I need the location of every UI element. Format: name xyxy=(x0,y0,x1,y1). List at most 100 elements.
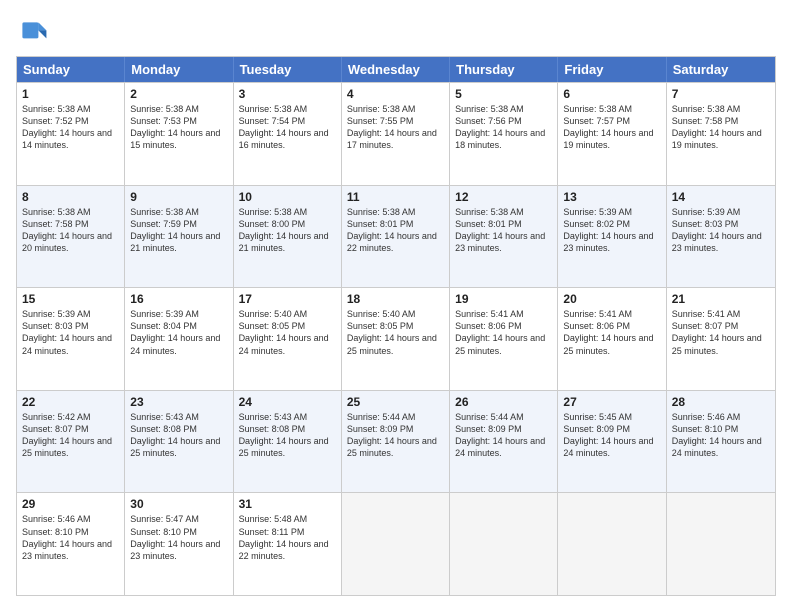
calendar-cell: 22 Sunrise: 5:42 AMSunset: 8:07 PMDaylig… xyxy=(17,391,125,493)
header-day: Monday xyxy=(125,57,233,82)
cell-info: Sunrise: 5:40 AMSunset: 8:05 PMDaylight:… xyxy=(347,309,437,355)
calendar-cell xyxy=(667,493,775,595)
day-number: 6 xyxy=(563,87,660,101)
cell-info: Sunrise: 5:38 AMSunset: 7:52 PMDaylight:… xyxy=(22,104,112,150)
cell-info: Sunrise: 5:38 AMSunset: 8:01 PMDaylight:… xyxy=(347,207,437,253)
day-number: 16 xyxy=(130,292,227,306)
day-number: 14 xyxy=(672,190,770,204)
day-number: 12 xyxy=(455,190,552,204)
cell-info: Sunrise: 5:40 AMSunset: 8:05 PMDaylight:… xyxy=(239,309,329,355)
calendar-row: 29 Sunrise: 5:46 AMSunset: 8:10 PMDaylig… xyxy=(17,492,775,595)
header-day: Saturday xyxy=(667,57,775,82)
day-number: 30 xyxy=(130,497,227,511)
cell-info: Sunrise: 5:42 AMSunset: 8:07 PMDaylight:… xyxy=(22,412,112,458)
day-number: 8 xyxy=(22,190,119,204)
calendar-cell: 6 Sunrise: 5:38 AMSunset: 7:57 PMDayligh… xyxy=(558,83,666,185)
day-number: 20 xyxy=(563,292,660,306)
day-number: 29 xyxy=(22,497,119,511)
calendar-cell: 26 Sunrise: 5:44 AMSunset: 8:09 PMDaylig… xyxy=(450,391,558,493)
day-number: 15 xyxy=(22,292,119,306)
day-number: 18 xyxy=(347,292,444,306)
day-number: 3 xyxy=(239,87,336,101)
day-number: 7 xyxy=(672,87,770,101)
calendar-cell: 20 Sunrise: 5:41 AMSunset: 8:06 PMDaylig… xyxy=(558,288,666,390)
calendar-cell: 19 Sunrise: 5:41 AMSunset: 8:06 PMDaylig… xyxy=(450,288,558,390)
cell-info: Sunrise: 5:41 AMSunset: 8:06 PMDaylight:… xyxy=(455,309,545,355)
cell-info: Sunrise: 5:38 AMSunset: 8:01 PMDaylight:… xyxy=(455,207,545,253)
cell-info: Sunrise: 5:38 AMSunset: 7:53 PMDaylight:… xyxy=(130,104,220,150)
header xyxy=(16,16,776,48)
cell-info: Sunrise: 5:39 AMSunset: 8:04 PMDaylight:… xyxy=(130,309,220,355)
day-number: 13 xyxy=(563,190,660,204)
cell-info: Sunrise: 5:46 AMSunset: 8:10 PMDaylight:… xyxy=(22,514,112,560)
logo xyxy=(16,16,52,48)
calendar-header: SundayMondayTuesdayWednesdayThursdayFrid… xyxy=(17,57,775,82)
calendar-cell xyxy=(450,493,558,595)
cell-info: Sunrise: 5:38 AMSunset: 7:58 PMDaylight:… xyxy=(672,104,762,150)
calendar-cell: 28 Sunrise: 5:46 AMSunset: 8:10 PMDaylig… xyxy=(667,391,775,493)
day-number: 21 xyxy=(672,292,770,306)
calendar-cell: 14 Sunrise: 5:39 AMSunset: 8:03 PMDaylig… xyxy=(667,186,775,288)
day-number: 17 xyxy=(239,292,336,306)
calendar-cell: 8 Sunrise: 5:38 AMSunset: 7:58 PMDayligh… xyxy=(17,186,125,288)
cell-info: Sunrise: 5:38 AMSunset: 7:59 PMDaylight:… xyxy=(130,207,220,253)
cell-info: Sunrise: 5:44 AMSunset: 8:09 PMDaylight:… xyxy=(455,412,545,458)
calendar-cell: 16 Sunrise: 5:39 AMSunset: 8:04 PMDaylig… xyxy=(125,288,233,390)
page: SundayMondayTuesdayWednesdayThursdayFrid… xyxy=(0,0,792,612)
calendar-cell: 29 Sunrise: 5:46 AMSunset: 8:10 PMDaylig… xyxy=(17,493,125,595)
calendar-cell: 17 Sunrise: 5:40 AMSunset: 8:05 PMDaylig… xyxy=(234,288,342,390)
calendar-cell: 1 Sunrise: 5:38 AMSunset: 7:52 PMDayligh… xyxy=(17,83,125,185)
cell-info: Sunrise: 5:48 AMSunset: 8:11 PMDaylight:… xyxy=(239,514,329,560)
day-number: 1 xyxy=(22,87,119,101)
cell-info: Sunrise: 5:41 AMSunset: 8:07 PMDaylight:… xyxy=(672,309,762,355)
day-number: 23 xyxy=(130,395,227,409)
calendar-cell xyxy=(342,493,450,595)
calendar-row: 22 Sunrise: 5:42 AMSunset: 8:07 PMDaylig… xyxy=(17,390,775,493)
calendar-cell: 31 Sunrise: 5:48 AMSunset: 8:11 PMDaylig… xyxy=(234,493,342,595)
header-day: Wednesday xyxy=(342,57,450,82)
calendar-cell: 30 Sunrise: 5:47 AMSunset: 8:10 PMDaylig… xyxy=(125,493,233,595)
day-number: 10 xyxy=(239,190,336,204)
calendar-cell: 23 Sunrise: 5:43 AMSunset: 8:08 PMDaylig… xyxy=(125,391,233,493)
calendar-cell: 3 Sunrise: 5:38 AMSunset: 7:54 PMDayligh… xyxy=(234,83,342,185)
calendar-cell: 11 Sunrise: 5:38 AMSunset: 8:01 PMDaylig… xyxy=(342,186,450,288)
day-number: 5 xyxy=(455,87,552,101)
day-number: 27 xyxy=(563,395,660,409)
calendar-cell: 27 Sunrise: 5:45 AMSunset: 8:09 PMDaylig… xyxy=(558,391,666,493)
day-number: 31 xyxy=(239,497,336,511)
day-number: 9 xyxy=(130,190,227,204)
header-day: Tuesday xyxy=(234,57,342,82)
cell-info: Sunrise: 5:41 AMSunset: 8:06 PMDaylight:… xyxy=(563,309,653,355)
calendar-cell: 18 Sunrise: 5:40 AMSunset: 8:05 PMDaylig… xyxy=(342,288,450,390)
calendar-cell: 7 Sunrise: 5:38 AMSunset: 7:58 PMDayligh… xyxy=(667,83,775,185)
calendar-cell: 5 Sunrise: 5:38 AMSunset: 7:56 PMDayligh… xyxy=(450,83,558,185)
cell-info: Sunrise: 5:38 AMSunset: 7:58 PMDaylight:… xyxy=(22,207,112,253)
calendar-cell: 10 Sunrise: 5:38 AMSunset: 8:00 PMDaylig… xyxy=(234,186,342,288)
cell-info: Sunrise: 5:38 AMSunset: 8:00 PMDaylight:… xyxy=(239,207,329,253)
cell-info: Sunrise: 5:43 AMSunset: 8:08 PMDaylight:… xyxy=(130,412,220,458)
cell-info: Sunrise: 5:39 AMSunset: 8:03 PMDaylight:… xyxy=(672,207,762,253)
calendar-cell: 25 Sunrise: 5:44 AMSunset: 8:09 PMDaylig… xyxy=(342,391,450,493)
calendar: SundayMondayTuesdayWednesdayThursdayFrid… xyxy=(16,56,776,596)
calendar-cell: 24 Sunrise: 5:43 AMSunset: 8:08 PMDaylig… xyxy=(234,391,342,493)
cell-info: Sunrise: 5:39 AMSunset: 8:03 PMDaylight:… xyxy=(22,309,112,355)
header-day: Sunday xyxy=(17,57,125,82)
calendar-row: 1 Sunrise: 5:38 AMSunset: 7:52 PMDayligh… xyxy=(17,82,775,185)
logo-icon xyxy=(16,16,48,48)
day-number: 26 xyxy=(455,395,552,409)
calendar-body: 1 Sunrise: 5:38 AMSunset: 7:52 PMDayligh… xyxy=(17,82,775,595)
cell-info: Sunrise: 5:47 AMSunset: 8:10 PMDaylight:… xyxy=(130,514,220,560)
cell-info: Sunrise: 5:38 AMSunset: 7:55 PMDaylight:… xyxy=(347,104,437,150)
header-day: Thursday xyxy=(450,57,558,82)
calendar-cell: 4 Sunrise: 5:38 AMSunset: 7:55 PMDayligh… xyxy=(342,83,450,185)
cell-info: Sunrise: 5:43 AMSunset: 8:08 PMDaylight:… xyxy=(239,412,329,458)
calendar-cell: 15 Sunrise: 5:39 AMSunset: 8:03 PMDaylig… xyxy=(17,288,125,390)
calendar-cell: 12 Sunrise: 5:38 AMSunset: 8:01 PMDaylig… xyxy=(450,186,558,288)
calendar-row: 15 Sunrise: 5:39 AMSunset: 8:03 PMDaylig… xyxy=(17,287,775,390)
cell-info: Sunrise: 5:38 AMSunset: 7:57 PMDaylight:… xyxy=(563,104,653,150)
day-number: 25 xyxy=(347,395,444,409)
day-number: 24 xyxy=(239,395,336,409)
day-number: 28 xyxy=(672,395,770,409)
day-number: 2 xyxy=(130,87,227,101)
day-number: 11 xyxy=(347,190,444,204)
